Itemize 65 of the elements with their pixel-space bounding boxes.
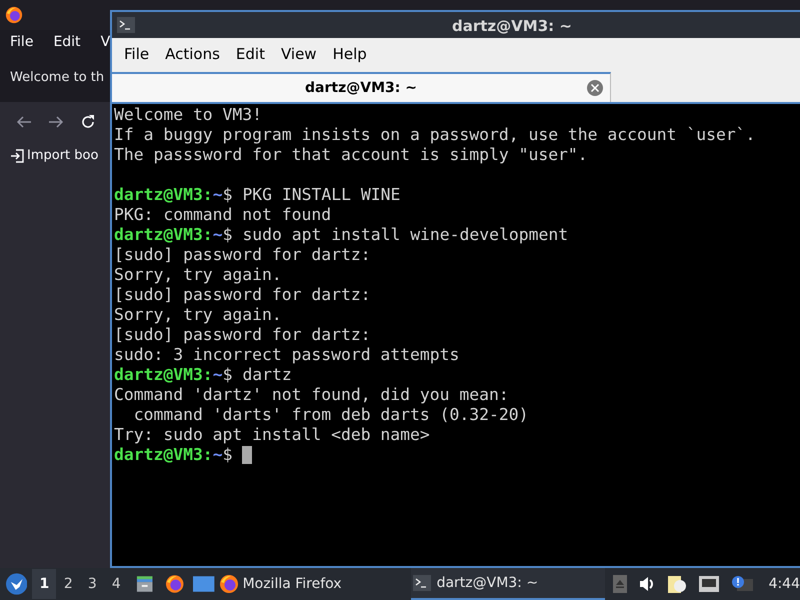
prompt-path: ~ bbox=[212, 185, 223, 205]
prompt-user: dartz@VM3: bbox=[114, 185, 213, 205]
prompt-user: dartz@VM3: bbox=[114, 445, 213, 465]
output-line: The passsword for that account is simply "user". bbox=[114, 145, 588, 165]
menu-item[interactable]: File bbox=[10, 32, 34, 52]
notification-text: Welcome to th bbox=[10, 69, 104, 88]
output-line: Try: sudo apt install <deb name> bbox=[114, 425, 430, 445]
clock: 4:44 bbox=[768, 574, 800, 594]
output-line: Welcome to VM3! bbox=[114, 105, 262, 125]
prompt-user: dartz@VM3: bbox=[114, 365, 213, 385]
workspace-button[interactable]: 3 bbox=[80, 569, 104, 599]
bookmark-link[interactable]: Import boo bbox=[27, 146, 98, 166]
reload-icon[interactable] bbox=[80, 114, 96, 130]
command-text: dartz bbox=[242, 365, 292, 385]
terminal-icon bbox=[412, 573, 433, 593]
taskbar-button[interactable]: dartz@VM3: ~ bbox=[410, 568, 605, 600]
show-desktop-icon[interactable] bbox=[193, 576, 215, 592]
menu-item[interactable]: File bbox=[116, 42, 158, 66]
eject-icon[interactable] bbox=[612, 575, 627, 593]
workspace-button[interactable]: 1 bbox=[32, 569, 56, 599]
clipboard-icon[interactable] bbox=[666, 574, 687, 594]
start-menu-icon[interactable] bbox=[6, 573, 28, 595]
menu-item[interactable]: Help bbox=[324, 42, 375, 66]
forward-icon[interactable] bbox=[48, 115, 64, 129]
menu-item[interactable]: V bbox=[100, 32, 110, 52]
prompt-path: ~ bbox=[212, 365, 223, 385]
workspace-button[interactable]: 4 bbox=[104, 569, 128, 599]
menu-item[interactable]: Edit bbox=[228, 42, 273, 66]
prompt-symbol: $ bbox=[222, 225, 232, 245]
prompt-symbol: $ bbox=[222, 365, 232, 385]
prompt-path: ~ bbox=[212, 445, 223, 465]
menu-item[interactable]: Actions bbox=[157, 42, 228, 66]
back-icon[interactable] bbox=[16, 115, 32, 129]
network-icon[interactable] bbox=[698, 576, 719, 592]
workspace-button[interactable]: 2 bbox=[56, 569, 80, 599]
menu-item[interactable]: Edit bbox=[53, 32, 81, 52]
output-line: Sorry, try again. bbox=[114, 305, 282, 325]
output-line: [sudo] password for dartz: bbox=[114, 245, 371, 265]
command-text: PKG INSTALL WINE bbox=[242, 185, 400, 205]
import-icon bbox=[10, 149, 24, 163]
volume-icon[interactable] bbox=[638, 576, 655, 592]
browser-logo-icon bbox=[218, 574, 239, 594]
browser-logo-icon bbox=[5, 6, 23, 24]
prompt-user: dartz@VM3: bbox=[114, 225, 213, 245]
close-icon[interactable] bbox=[586, 79, 604, 97]
taskbar-button[interactable]: Mozilla Firefox bbox=[216, 568, 411, 600]
prompt-symbol: $ bbox=[222, 445, 232, 465]
output-line: sudo: 3 incorrect password attempts bbox=[114, 345, 460, 365]
output-line: Sorry, try again. bbox=[114, 265, 282, 285]
output-line: If a buggy program insists on a password, use the account `user`. bbox=[114, 125, 756, 145]
file-cabinet-icon[interactable] bbox=[135, 574, 155, 594]
notification-icon[interactable] bbox=[730, 575, 753, 593]
command-text: sudo apt install wine-development bbox=[242, 225, 568, 245]
prompt-path: ~ bbox=[212, 225, 223, 245]
browser-logo-icon[interactable] bbox=[164, 574, 184, 594]
window-title: dartz@VM3: ~ bbox=[452, 16, 572, 37]
terminal-tab[interactable]: dartz@VM3: ~ bbox=[112, 72, 611, 102]
menu-item[interactable]: View bbox=[272, 42, 325, 66]
output-line: Command 'dartz' not found, did you mean: bbox=[114, 385, 509, 405]
output-line: [sudo] password for dartz: bbox=[114, 285, 371, 305]
output-line: command 'darts' from deb darts (0.32-20) bbox=[132, 405, 528, 425]
output-line: PKG: command not found bbox=[114, 205, 332, 225]
terminal-icon bbox=[117, 17, 135, 33]
prompt-symbol: $ bbox=[222, 185, 232, 205]
output-line: [sudo] password for dartz: bbox=[114, 325, 371, 345]
